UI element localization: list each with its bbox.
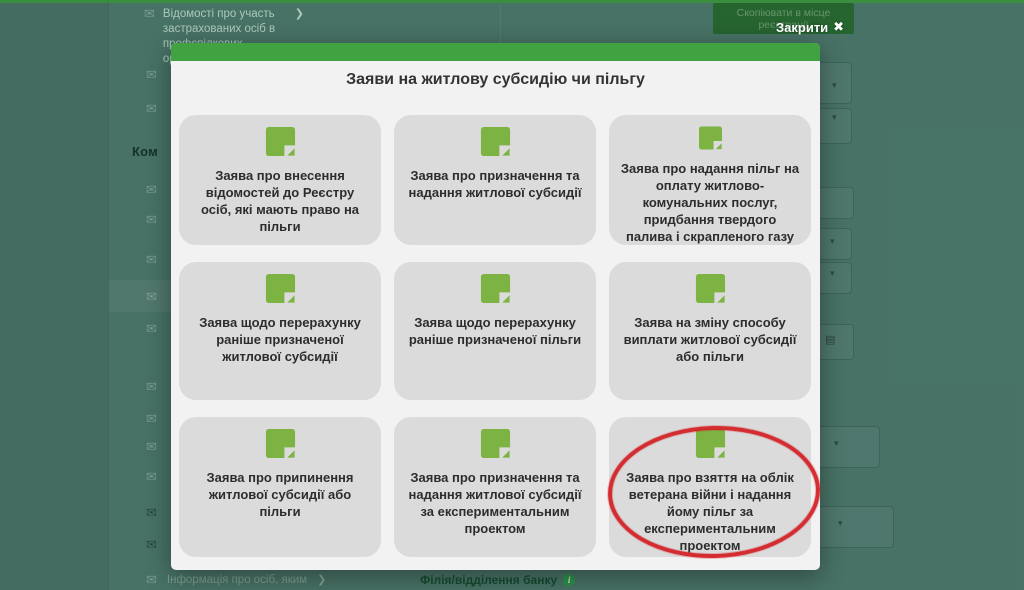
card-label: Заява щодо перерахунку раніше призначено…: [404, 314, 586, 348]
note-icon: [479, 272, 512, 305]
note-icon: [479, 125, 512, 158]
card-label: Заява про взяття на облік ветерана війни…: [619, 469, 801, 554]
modal-header-strip: [171, 43, 820, 61]
application-card-utility-benefits[interactable]: Заява про надання пільг на оплату житлов…: [609, 115, 811, 245]
applications-modal: Заяви на житлову субсидію чи пільгу Заяв…: [171, 43, 820, 570]
application-cards-grid: Заява про внесення відомостей до Реєстру…: [179, 115, 812, 557]
application-card-register-entry[interactable]: Заява про внесення відомостей до Реєстру…: [179, 115, 381, 245]
note-icon: [694, 427, 727, 460]
modal-title: Заяви на житлову субсидію чи пільгу: [171, 71, 820, 89]
card-label: Заява про внесення відомостей до Реєстру…: [189, 167, 371, 235]
note-icon: [694, 272, 727, 305]
note-icon: [264, 125, 297, 158]
application-card-war-veteran-registration[interactable]: Заява про взяття на облік ветерана війни…: [609, 417, 811, 557]
card-label: Заява про призначення та надання житлово…: [404, 469, 586, 537]
application-card-payment-method-change[interactable]: Заява на зміну способу виплати житлової …: [609, 262, 811, 400]
card-label: Заява про призначення та надання житлово…: [404, 167, 586, 201]
card-label: Заява про припинення житлової субсидії а…: [189, 469, 371, 520]
close-button[interactable]: Закрити ✖: [776, 19, 844, 35]
application-card-subsidy-assignment[interactable]: Заява про призначення та надання житлово…: [394, 115, 596, 245]
note-icon: [694, 125, 727, 151]
note-icon: [264, 427, 297, 460]
application-card-benefit-recalculation[interactable]: Заява щодо перерахунку раніше призначено…: [394, 262, 596, 400]
application-card-termination[interactable]: Заява про припинення житлової субсидії а…: [179, 417, 381, 557]
card-label: Заява про надання пільг на оплату житлов…: [619, 160, 801, 245]
note-icon: [264, 272, 297, 305]
card-label: Заява на зміну способу виплати житлової …: [619, 314, 801, 365]
application-card-subsidy-recalculation[interactable]: Заява щодо перерахунку раніше призначено…: [179, 262, 381, 400]
close-button-label: Закрити: [776, 20, 828, 35]
application-card-experimental-subsidy[interactable]: Заява про призначення та надання житлово…: [394, 417, 596, 557]
card-label: Заява щодо перерахунку раніше призначено…: [189, 314, 371, 365]
note-icon: [479, 427, 512, 460]
close-x-icon: ✖: [833, 19, 844, 35]
